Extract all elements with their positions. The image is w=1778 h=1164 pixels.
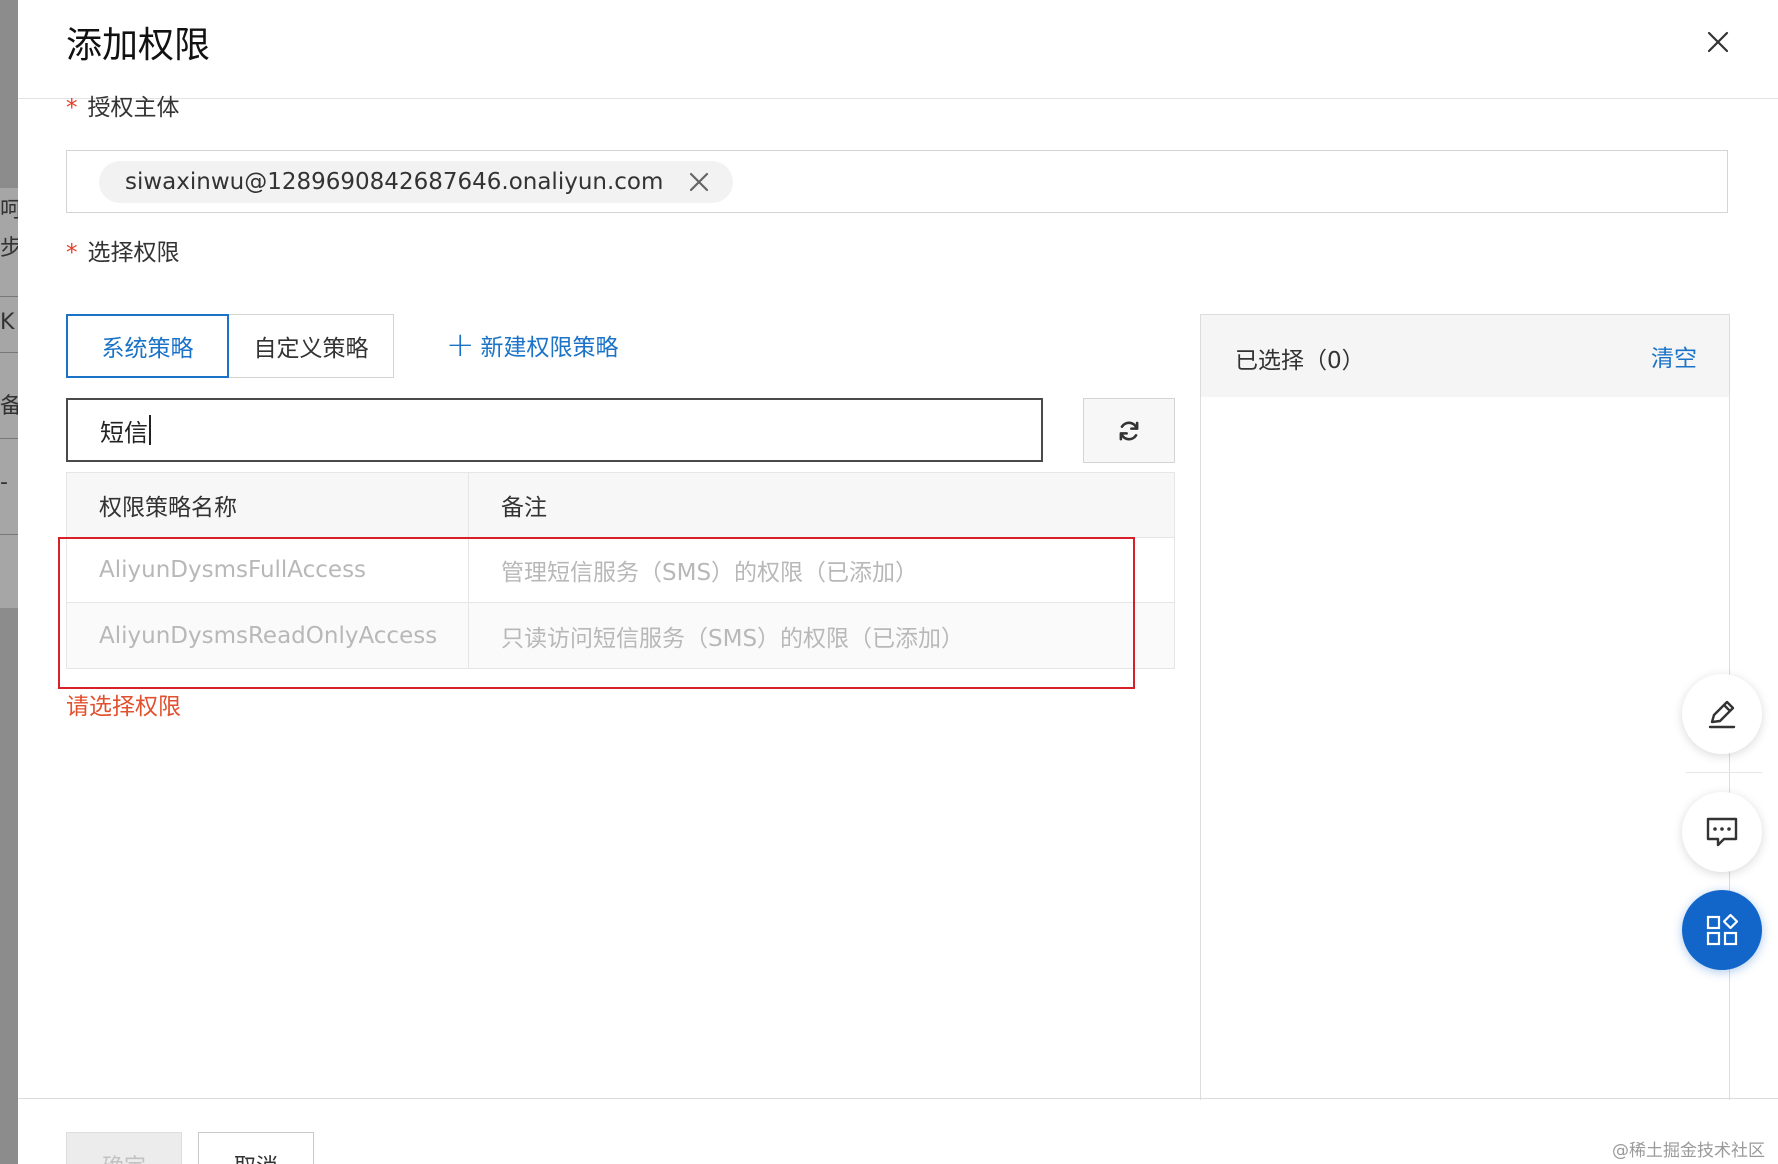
float-divider <box>1686 772 1762 773</box>
background-text: K <box>0 310 15 335</box>
table-body: AliyunDysmsFullAccess 管理短信服务（SMS）的权限（已添加… <box>67 538 1174 668</box>
cancel-button[interactable]: 取消 <box>198 1132 314 1164</box>
close-button[interactable] <box>1698 22 1738 62</box>
column-header-note: 备注 <box>501 495 547 521</box>
float-edit-button[interactable] <box>1682 674 1762 754</box>
background-divider <box>0 534 18 535</box>
policy-note-cell: 只读访问短信服务（SMS）的权限（已添加） <box>501 625 965 652</box>
edit-icon <box>1708 700 1736 729</box>
footer-divider <box>18 1098 1778 1099</box>
close-icon <box>1707 31 1729 53</box>
clear-selected-link[interactable]: 清空 <box>1651 339 1697 373</box>
dialog-title: 添加权限 <box>66 25 211 66</box>
background-divider <box>0 438 18 439</box>
selected-panel: 已选择（0） 清空 <box>1200 314 1730 1100</box>
background-text: - <box>0 470 8 495</box>
policy-search-input[interactable]: 短信 <box>66 398 1043 462</box>
principal-tag-text: siwaxinwu@1289690842687646.onaliyun.com <box>125 169 664 195</box>
policy-table: 权限策略名称 备注 AliyunDysmsFullAccess 管理短信服务（S… <box>66 472 1175 669</box>
table-row: AliyunDysmsReadOnlyAccess 只读访问短信服务（SMS）的… <box>67 603 1174 668</box>
table-row: AliyunDysmsFullAccess 管理短信服务（SMS）的权限（已添加… <box>67 538 1174 603</box>
chat-icon <box>1706 817 1738 847</box>
header-divider <box>18 98 1778 99</box>
column-header-policy-name: 权限策略名称 <box>67 473 469 537</box>
refresh-button[interactable] <box>1083 398 1175 463</box>
background-text: 备 <box>0 394 18 419</box>
apps-icon <box>1706 913 1739 946</box>
tab-custom-policy[interactable]: 自定义策略 <box>229 314 394 378</box>
refresh-icon <box>1119 421 1139 440</box>
background-page: 呵 步 K 备 - <box>0 0 18 1164</box>
watermark: @稀土掘金技术社区 <box>1612 1141 1765 1161</box>
selected-count-title: 已选择（0） <box>1235 348 1365 374</box>
required-mark: * <box>66 95 78 121</box>
remove-tag-icon[interactable] <box>687 170 711 194</box>
principal-label-text: 授权主体 <box>87 95 180 121</box>
float-apps-button[interactable] <box>1682 890 1762 970</box>
policy-name-cell: AliyunDysmsReadOnlyAccess <box>67 603 469 668</box>
principal-label: * 授权主体 <box>66 88 180 122</box>
principal-select[interactable]: siwaxinwu@1289690842687646.onaliyun.com <box>66 150 1728 213</box>
new-policy-link[interactable]: + 新建权限策略 <box>446 328 619 362</box>
plus-icon: + <box>446 325 475 365</box>
principal-tag: siwaxinwu@1289690842687646.onaliyun.com <box>99 161 734 203</box>
required-mark: * <box>66 240 78 266</box>
permissions-label-text: 选择权限 <box>87 240 180 266</box>
background-divider <box>0 352 18 353</box>
confirm-button[interactable]: 确定 <box>66 1132 182 1164</box>
permissions-label: * 选择权限 <box>66 233 180 267</box>
float-feedback-button[interactable] <box>1682 792 1762 872</box>
policy-note-cell: 管理短信服务（SMS）的权限（已添加） <box>501 560 919 586</box>
background-text: 呵 <box>0 198 18 223</box>
tab-system-policy[interactable]: 系统策略 <box>66 314 229 378</box>
background-text: 步 <box>0 236 18 261</box>
selected-panel-header: 已选择（0） 清空 <box>1201 315 1729 397</box>
search-value: 短信 <box>100 418 148 447</box>
background-divider <box>0 296 18 297</box>
policy-name-cell: AliyunDysmsFullAccess <box>67 538 469 602</box>
add-permission-drawer: 添加权限 * 授权主体 siwaxinwu@1289690842687646.on… <box>18 0 1778 1164</box>
text-caret <box>149 415 151 445</box>
table-header: 权限策略名称 备注 <box>67 473 1174 538</box>
validation-error: 请选择权限 <box>66 694 181 720</box>
new-policy-label: 新建权限策略 <box>480 335 619 361</box>
